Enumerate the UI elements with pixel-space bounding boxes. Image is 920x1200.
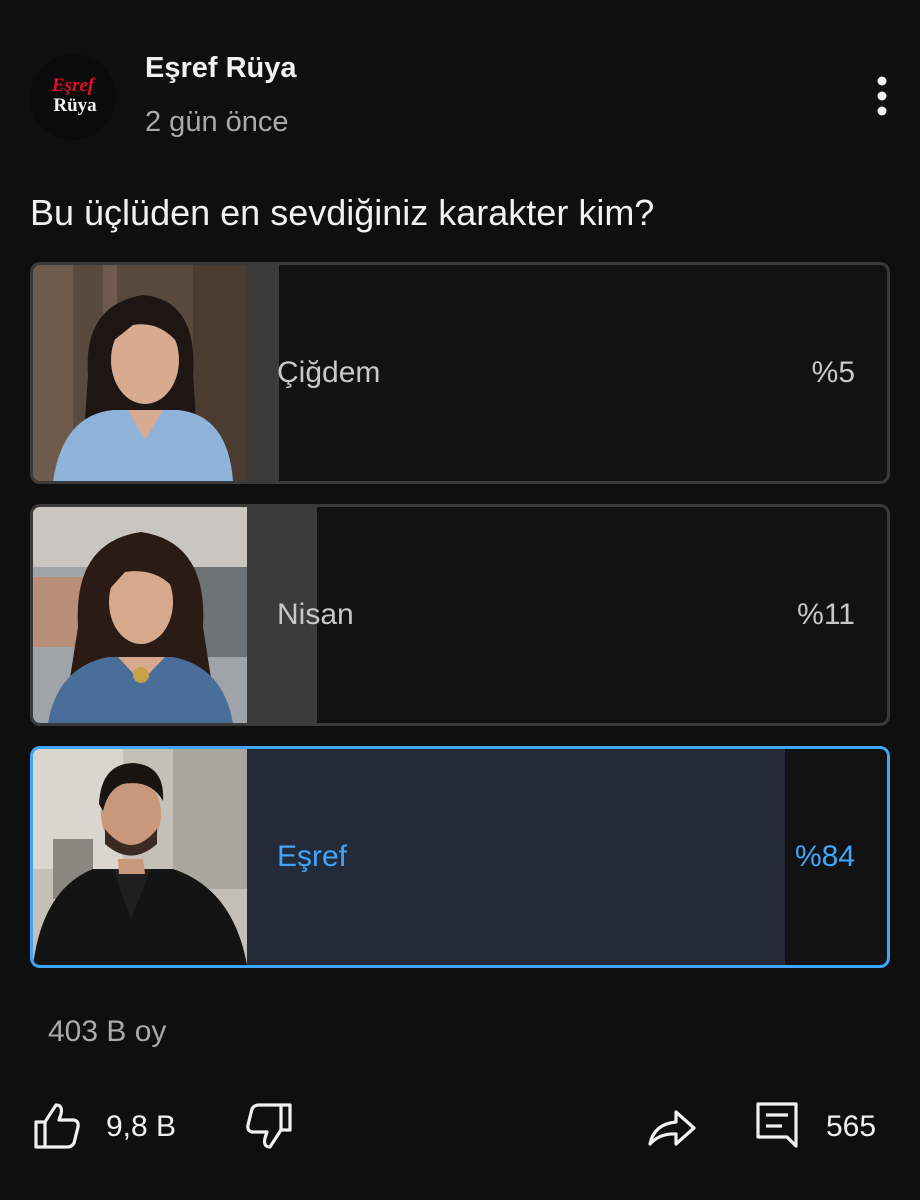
more-options-button[interactable] [862, 74, 902, 118]
share-button[interactable] [646, 1100, 698, 1156]
option-percent: %11 [797, 598, 855, 631]
option-label: Eşref [277, 840, 348, 873]
thumbs-up-icon [34, 1103, 80, 1149]
poll-question: Bu üçlüden en sevdiğiniz karakter kim? [30, 192, 655, 233]
share-icon [648, 1110, 696, 1146]
channel-avatar[interactable]: Eşref Rüya [30, 54, 116, 140]
post-header: Eşref Rüya Eşref Rüya 2 gün önce [0, 0, 920, 170]
option-percent: %84 [794, 840, 855, 873]
option-label: Çiğdem [277, 356, 381, 389]
more-vert-icon [877, 76, 887, 116]
channel-name[interactable]: Eşref Rüya [145, 52, 297, 85]
comment-count: 565 [826, 1110, 877, 1143]
poll-option-cigdem[interactable]: Çiğdem %5 [30, 262, 890, 484]
like-button[interactable] [32, 1100, 82, 1156]
comments-button[interactable] [754, 1100, 800, 1156]
avatar-logo-line2: Rüya [53, 95, 97, 116]
result-bar [247, 265, 279, 481]
option-image-cigdem [33, 265, 247, 481]
option-percent: %5 [811, 356, 855, 389]
like-count: 9,8 B [106, 1110, 177, 1143]
comment-icon [756, 1102, 798, 1148]
vote-count: 403 B oy [48, 1015, 167, 1048]
option-image-nisan [33, 507, 247, 723]
option-label: Nisan [277, 598, 354, 631]
post-time: 2 gün önce [145, 106, 289, 138]
avatar-logo-line1: Eşref [51, 75, 96, 96]
thumbs-down-icon [246, 1103, 292, 1149]
option-image-esref [33, 749, 247, 965]
poll-option-nisan[interactable]: Nisan %11 [30, 504, 890, 726]
poll-option-esref[interactable]: Eşref %84 [30, 746, 890, 968]
dislike-button[interactable] [244, 1100, 294, 1156]
